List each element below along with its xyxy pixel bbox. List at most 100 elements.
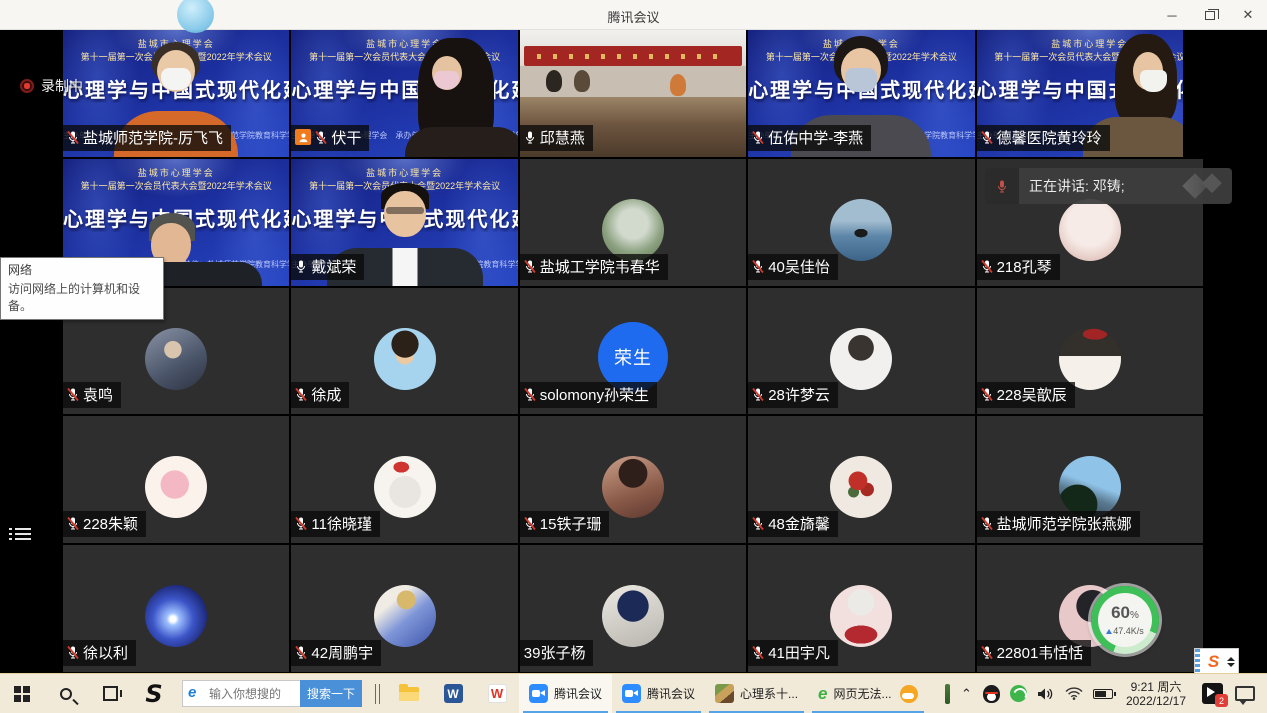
participant-tile[interactable]: 盐城市心理学会第十一届第一次会员代表大会暨2022年学术会议心理学与中国式现代化… [291,30,517,157]
taskbar-search-button[interactable] [44,674,88,713]
participant-tile[interactable]: 徐以利 [63,545,289,672]
participant-name-label: 42周鹏宇 [291,640,381,666]
tencent-meeting-icon [529,684,548,703]
participant-tile[interactable]: 盐城市心理学会第十一届第一次会员代表大会暨2022年学术会议心理学与中国式现代化… [63,30,289,157]
sogou-icon: S [145,680,162,708]
qq-icon[interactable] [983,685,1000,703]
participant-avatar [602,199,664,261]
participant-tile[interactable]: 48金旖馨 [748,416,974,543]
word-icon: W [444,684,463,703]
mic-muted-icon [981,259,993,274]
mic-muted-icon [752,645,764,660]
taskbar-app-psych-doc[interactable]: 心理系十... [705,674,808,713]
taskbar-app-label: 腾讯会议 [554,685,602,702]
wifi-icon[interactable] [1065,687,1083,700]
participant-tile[interactable]: 40吴佳怡 [748,159,974,286]
tooltip-title: 网络 [8,261,156,278]
participant-name-label: 28许梦云 [748,382,838,408]
taskbar-app-label: 心理系十... [740,685,798,702]
safety-360-icon[interactable] [1010,685,1027,702]
participant-tile[interactable]: 荣生solomony孙荣生 [520,288,746,415]
notification-count-badge: 2 [1215,694,1228,707]
mic-muted-icon [981,387,993,402]
taskbar-separator [375,684,380,704]
participant-name-label: solomony孙荣生 [520,382,657,408]
participant-tile[interactable]: 15铁子珊 [520,416,746,543]
participant-name-label: 218孔琴 [977,254,1060,280]
ime-status-bar[interactable]: S [1194,648,1239,675]
participant-avatar [830,328,892,390]
participant-tile[interactable]: 盐城师范学院张燕娜 [977,416,1203,543]
participant-name-label: 盐城工学院韦春华 [520,254,668,280]
mic-on-icon [524,130,536,145]
participant-tile[interactable]: 盐城市心理学会第十一届第一次会员代表大会暨2022年学术会议心理学与中国式现代化… [291,159,517,286]
web-search-box: e 搜索一下 [182,680,362,707]
participant-tile[interactable]: 徐成 [291,288,517,415]
sogou-search-button[interactable]: S [132,674,176,713]
web-search-go-button[interactable]: 搜索一下 [300,680,362,707]
browser-360-icon: e [818,684,827,704]
participant-name-label: 戴斌荣 [291,254,364,280]
mic-muted-icon [524,259,536,274]
taskbar-app-meeting-2[interactable]: 腾讯会议 [612,674,705,713]
word-button[interactable]: W [431,674,475,713]
participant-name-label: 41田宇凡 [748,640,838,666]
participant-tile[interactable]: 228吴歆辰 [977,288,1203,415]
minimize-button[interactable]: ─ [1153,0,1191,30]
mic-muted-icon [524,516,536,531]
participant-tile[interactable]: 盐城市心理学会第十一届第一次会员代表大会暨2022年学术会议心理学与中国式现代化… [977,30,1203,157]
close-button[interactable]: ✕ [1229,0,1267,30]
list-icon[interactable] [9,525,31,543]
participant-name-label: 15铁子珊 [520,511,610,537]
participant-avatar [145,585,207,647]
participant-tile[interactable]: 11徐晓瑾 [291,416,517,543]
taskbar-clock[interactable]: 9:21 周六 2022/12/17 [1126,680,1186,708]
hidden-icons-chevron[interactable]: ⌃ [961,686,972,702]
participant-avatar [374,328,436,390]
participant-tile[interactable]: 盐城市心理学会第十一届第一次会员代表大会暨2022年学术会议心理学与中国式现代化… [748,30,974,157]
participant-name-label: 228朱颖 [63,511,146,537]
participant-tile[interactable]: 228朱颖 [63,416,289,543]
taskbar-app-label: 网页无法... [834,685,892,702]
participant-name-label: 伍佑中学-李燕 [748,125,871,151]
participant-name-label: 盐城师范学院-厉飞飞 [63,125,231,151]
participant-tile[interactable]: 盐城工学院韦春华 [520,159,746,286]
participant-tile[interactable]: 41田宇凡 [748,545,974,672]
participant-grid: 盐城市心理学会第十一届第一次会员代表大会暨2022年学术会议心理学与中国式现代化… [63,30,1203,672]
mic-muted-icon [67,130,79,145]
wps-button[interactable]: W [475,674,519,713]
participant-name-label: 228吴歆辰 [977,382,1075,408]
participant-tile[interactable]: 42周鹏宇 [291,545,517,672]
participant-avatar [830,585,892,647]
network-tooltip: 网络 访问网络上的计算机和设备。 [0,257,164,320]
upload-arrow-icon [1106,629,1112,634]
mic-muted-icon [981,516,993,531]
plant-icon[interactable] [945,684,950,704]
participant-tile[interactable]: 28许梦云 [748,288,974,415]
taskbar-app-meeting-1[interactable]: 腾讯会议 [519,674,612,713]
file-explorer-button[interactable] [387,674,431,713]
participant-tile[interactable]: 39张子杨 [520,545,746,672]
volume-icon[interactable] [1037,687,1055,701]
task-view-button[interactable] [88,674,132,713]
recording-label: 录制中 [41,76,83,96]
participant-name-label: 48金旖馨 [748,511,838,537]
task-view-icon [103,686,118,701]
mic-muted-icon [67,516,79,531]
participant-tile[interactable]: 22801韦恬恬 [977,545,1203,672]
participant-avatar [830,456,892,518]
battery-icon[interactable] [1093,689,1113,699]
network-speed-widget[interactable]: 60% 47.4K/s [1091,586,1159,654]
window-title: 腾讯会议 [607,7,659,26]
participant-tile[interactable]: 邱慧燕 [520,30,746,157]
window-controls: ─ ✕ [1153,0,1267,30]
media-player-icon[interactable]: 2 [1202,683,1223,704]
taskbar-app-browser[interactable]: e 网页无法... [808,674,927,713]
folder-icon [399,687,419,701]
system-tray: ⌃ 9:21 周六 2022/12/17 2 [940,674,1267,713]
action-center-icon[interactable] [1235,686,1255,701]
participant-avatar [830,199,892,261]
mic-muted-icon [981,645,993,660]
restore-button[interactable] [1191,0,1229,30]
start-button[interactable] [0,674,44,713]
